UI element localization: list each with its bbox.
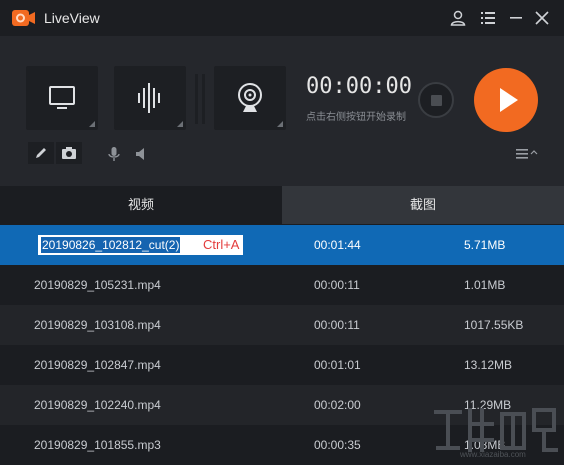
recording-timer: 00:00:00 bbox=[306, 74, 412, 99]
file-name: 20190829_102240.mp4 bbox=[34, 398, 161, 412]
title-bar: LiveView bbox=[0, 0, 564, 36]
pencil-icon bbox=[34, 146, 48, 165]
annotate-button[interactable] bbox=[28, 142, 54, 164]
panel-divider bbox=[195, 74, 198, 124]
watermark-url: www.xiazaiba.com bbox=[460, 450, 526, 459]
webcam-icon bbox=[236, 82, 264, 119]
list-options-icon[interactable] bbox=[515, 146, 539, 162]
recording-hint: 点击右侧按钮开始录制 bbox=[306, 112, 406, 123]
microphone-icon[interactable] bbox=[106, 146, 122, 162]
audio-waveform-icon bbox=[136, 83, 164, 118]
liveview-window: LiveView 00:00:00 点击右侧按钮开始录制 视频 截图 20190… bbox=[0, 0, 564, 465]
rename-input-text: 20190826_102812_cut(2) bbox=[41, 237, 181, 253]
camera-icon bbox=[61, 146, 77, 165]
file-duration: 00:00:11 bbox=[314, 278, 360, 292]
file-size: 13.12MB bbox=[464, 358, 513, 372]
minimize-icon[interactable] bbox=[506, 8, 526, 28]
file-duration: 00:01:01 bbox=[314, 358, 361, 372]
file-duration: 00:00:35 bbox=[314, 438, 361, 452]
audio-source-button[interactable] bbox=[114, 66, 186, 130]
webcam-source-button[interactable] bbox=[214, 66, 286, 130]
table-row[interactable]: 20190826_102812_cut(2) Ctrl+A 00:01:44 5… bbox=[0, 225, 564, 265]
file-name: 20190829_101855.mp3 bbox=[34, 438, 161, 452]
file-size: 5.71MB bbox=[464, 238, 506, 252]
tab-screenshot[interactable]: 截图 bbox=[282, 186, 564, 224]
file-size: 1.01MB bbox=[464, 278, 506, 292]
tab-video[interactable]: 视频 bbox=[0, 186, 282, 224]
screen-source-button[interactable] bbox=[26, 66, 98, 130]
play-icon bbox=[498, 86, 520, 119]
file-name: 20190829_103108.mp4 bbox=[34, 318, 161, 332]
monitor-icon bbox=[48, 84, 76, 117]
screenshot-button[interactable] bbox=[56, 142, 82, 164]
file-name: 20190829_105231.mp4 bbox=[34, 278, 161, 292]
stop-icon bbox=[431, 95, 442, 106]
close-icon[interactable] bbox=[532, 8, 552, 28]
recorder-control-panel: 00:00:00 点击右侧按钮开始录制 bbox=[0, 36, 564, 186]
file-duration: 00:01:44 bbox=[314, 238, 361, 252]
shortcut-hint: Ctrl+A bbox=[203, 237, 240, 252]
app-title: LiveView bbox=[44, 10, 100, 26]
file-duration: 00:02:00 bbox=[314, 398, 361, 412]
camera-logo-icon bbox=[12, 9, 36, 27]
start-recording-button[interactable] bbox=[474, 68, 538, 132]
table-row[interactable]: 20190829_102847.mp4 00:01:01 13.12MB bbox=[0, 345, 564, 385]
file-size: 1017.55KB bbox=[464, 318, 524, 332]
user-account-icon[interactable] bbox=[448, 8, 468, 28]
media-tabs: 视频 截图 bbox=[0, 186, 564, 224]
stop-button[interactable] bbox=[418, 82, 454, 118]
menu-list-icon[interactable] bbox=[478, 8, 498, 28]
panel-divider bbox=[202, 74, 205, 124]
speaker-icon[interactable] bbox=[134, 146, 150, 162]
file-duration: 00:00:11 bbox=[314, 318, 360, 332]
file-name: 20190829_102847.mp4 bbox=[34, 358, 161, 372]
table-row[interactable]: 20190829_103108.mp4 00:00:11 1017.55KB bbox=[0, 305, 564, 345]
table-row[interactable]: 20190829_105231.mp4 00:00:11 1.01MB bbox=[0, 265, 564, 305]
